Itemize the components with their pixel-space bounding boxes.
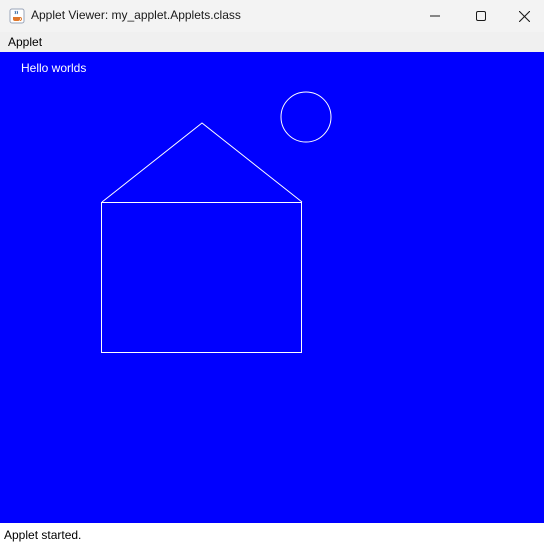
applet-canvas[interactable]: Hello worlds (0, 52, 544, 523)
status-bar: Applet started. (0, 523, 544, 545)
minimize-icon (430, 15, 440, 17)
window-title: Applet Viewer: my_applet.Applets.class (31, 8, 241, 22)
sun-circle (280, 91, 332, 143)
applet-viewer-window: Applet Viewer: my_applet.Applets.class A… (0, 0, 544, 545)
title-bar[interactable]: Applet Viewer: my_applet.Applets.class (0, 0, 544, 32)
maximize-icon (476, 11, 486, 21)
menu-applet[interactable]: Applet (4, 34, 46, 50)
minimize-button[interactable] (412, 0, 458, 32)
house-roof (101, 122, 303, 203)
applet-drawing (101, 91, 332, 353)
status-text: Applet started. (4, 528, 82, 542)
house-body (101, 202, 302, 353)
close-icon (518, 10, 530, 22)
hello-text: Hello worlds (21, 61, 87, 75)
menu-bar: Applet (0, 32, 544, 52)
close-button[interactable] (504, 0, 544, 32)
java-cup-icon (9, 8, 25, 24)
maximize-button[interactable] (458, 0, 504, 32)
